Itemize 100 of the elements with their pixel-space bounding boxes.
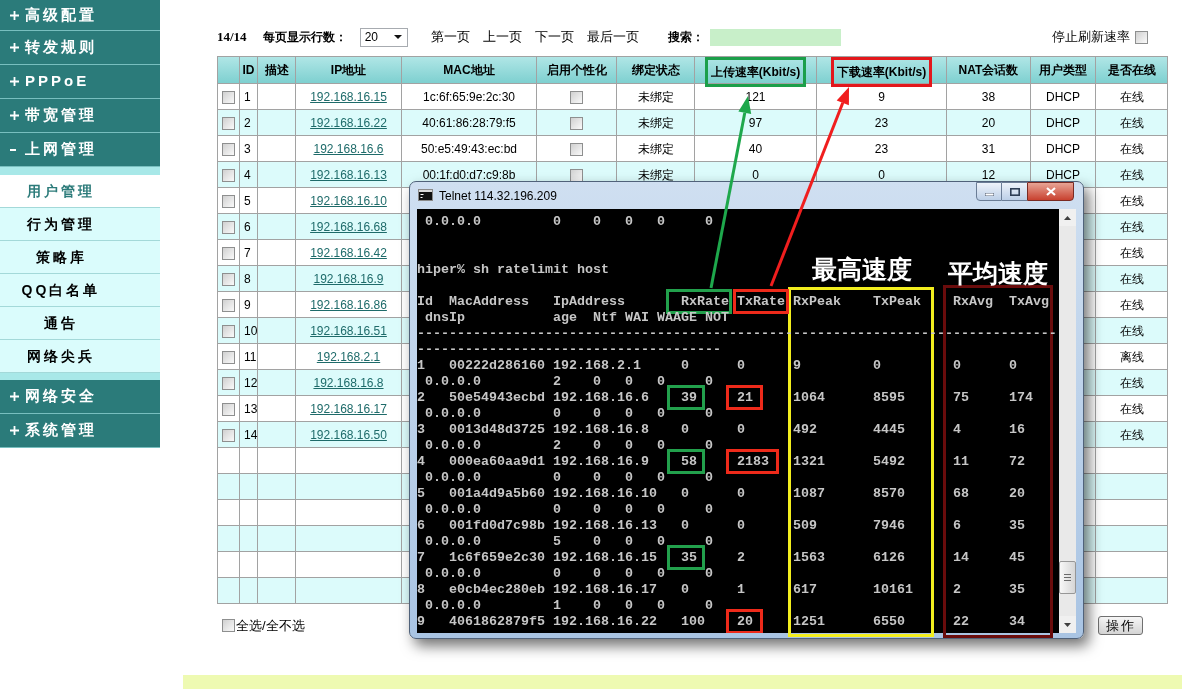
checkbox[interactable] — [570, 142, 583, 156]
terminal-value: 2 — [553, 374, 561, 389]
checkbox[interactable] — [222, 116, 235, 130]
sidebar-item[interactable]: 策略库 — [0, 241, 160, 274]
terminal-value: 0 — [737, 518, 745, 533]
table-cell: 在线 — [1095, 395, 1168, 422]
sidebar-item[interactable]: QQ白名单 — [0, 274, 160, 307]
terminal-value: 192.168.16.17 — [553, 582, 657, 597]
maximize-button[interactable] — [1002, 182, 1027, 201]
table-cell: 50:e5:49:43:ec:bd — [401, 135, 537, 162]
pager-link[interactable]: 下一页 — [534, 27, 574, 47]
terminal-value: 8 — [417, 582, 425, 597]
checkbox[interactable] — [222, 350, 235, 364]
checkbox[interactable] — [222, 298, 235, 312]
terminal-value: 1 — [737, 582, 745, 597]
pager-link[interactable]: 第一页 — [430, 27, 470, 47]
terminal-value: 0 — [657, 534, 665, 549]
sidebar-group[interactable]: PPPoE — [0, 65, 160, 99]
checkbox[interactable] — [222, 90, 235, 104]
search-field[interactable] — [709, 28, 841, 46]
checkbox[interactable] — [222, 272, 235, 286]
table-cell: 14 — [239, 421, 258, 448]
terminal-value: 6 — [953, 518, 961, 533]
scroll-down-button[interactable] — [1059, 616, 1076, 633]
checkbox[interactable] — [222, 142, 235, 156]
terminal-value: 14 — [953, 550, 969, 565]
table-cell: 未绑定 — [616, 83, 695, 110]
table-cell: 23 — [816, 109, 947, 136]
terminal-value: 0 — [737, 422, 745, 437]
terminal-value: 192.168.16.8 — [553, 422, 649, 437]
terminal-value: 6 — [417, 518, 425, 533]
checkbox[interactable] — [222, 402, 235, 416]
terminal-value: 2 — [553, 438, 561, 453]
terminal-value: 192.168.2.1 — [553, 358, 641, 373]
terminal-value: 34 — [1009, 614, 1025, 629]
terminal-value: 0 — [625, 470, 633, 485]
terminal-value: 100 — [681, 614, 705, 629]
terminal-value: 0013d48d3725 — [449, 422, 545, 437]
scrollbar-thumb[interactable] — [1059, 561, 1076, 594]
checkbox[interactable] — [570, 90, 583, 104]
terminal-value: 22 — [953, 614, 969, 629]
checkbox[interactable] — [570, 116, 583, 130]
sidebar-item[interactable]: 用户管理 — [0, 175, 160, 208]
action-button[interactable]: 操作 — [1098, 616, 1143, 635]
checkbox[interactable] — [222, 246, 235, 260]
terminal-value: 75 — [953, 390, 969, 405]
checkbox[interactable] — [570, 168, 583, 182]
terminal-value: 0 — [737, 486, 745, 501]
terminal-value: 1 — [417, 358, 425, 373]
terminal-value: 0.0.0.0 — [425, 438, 481, 453]
terminal-value: 2 — [417, 390, 425, 405]
minimize-button[interactable] — [976, 182, 1002, 201]
minimize-icon — [984, 192, 994, 196]
annotation-label: 最高速度 — [812, 255, 912, 283]
checkbox[interactable] — [1135, 30, 1148, 44]
checkbox[interactable] — [222, 619, 235, 632]
terminal-value: 0.0.0.0 — [425, 406, 481, 421]
terminal-value: 0 — [657, 598, 665, 613]
terminal-value: 0 — [657, 566, 665, 581]
sidebar-group[interactable]: 网络安全 — [0, 380, 160, 414]
terminal-value: 1087 — [793, 486, 825, 501]
sidebar-item[interactable]: 行为管理 — [0, 208, 160, 241]
sidebar-group[interactable]: 带宽管理 — [0, 99, 160, 133]
scroll-up-button[interactable] — [1059, 209, 1076, 226]
terminal-value: 4445 — [873, 422, 905, 437]
column-header: 启用个性化 — [536, 56, 617, 84]
terminal-value: 0 — [593, 502, 601, 517]
terminal-value: 0.0.0.0 — [425, 534, 481, 549]
table-cell: 在线 — [1095, 239, 1168, 266]
checkbox[interactable] — [222, 194, 235, 208]
pager-link[interactable]: 最后一页 — [586, 27, 639, 47]
sidebar-item[interactable]: 网络尖兵 — [0, 340, 160, 373]
close-button[interactable] — [1027, 182, 1074, 201]
checkbox[interactable] — [222, 428, 235, 442]
terminal-value: 0 — [705, 502, 713, 517]
terminal-column-header: RxAvg — [953, 294, 993, 309]
checkbox[interactable] — [222, 168, 235, 182]
sidebar-group[interactable]: 转发规则 — [0, 31, 160, 65]
annotation-label: 平均速度 — [948, 259, 1048, 287]
column-header: NAT会话数 — [946, 56, 1031, 84]
grip-icon — [1064, 574, 1071, 581]
terminal-value: 50e54943ecbd — [449, 390, 545, 405]
terminal-value: 0 — [681, 518, 689, 533]
checkbox[interactable] — [222, 220, 235, 234]
sidebar-group[interactable]: 系统管理 — [0, 414, 160, 448]
terminal-value: 617 — [793, 582, 817, 597]
checkbox[interactable] — [222, 324, 235, 338]
sidebar-group[interactable]: 高级配置 — [0, 0, 160, 31]
sidebar-item[interactable]: 通告 — [0, 307, 160, 340]
rows-per-page-select[interactable]: 20 — [359, 27, 408, 47]
checkbox[interactable] — [222, 376, 235, 390]
terminal-value: 0 — [657, 502, 665, 517]
terminal-value: 7 — [417, 550, 425, 565]
stop-refresh-label: 停止刷新速率 — [1052, 28, 1130, 47]
sidebar-group[interactable]: 上网管理 — [0, 133, 160, 167]
highlighted-column-header: TxRate — [733, 289, 789, 314]
pager-link[interactable]: 上一页 — [482, 27, 522, 47]
scrollbar[interactable] — [1059, 209, 1076, 633]
terminal-value: 0 — [657, 214, 665, 229]
terminal-value: 0 — [705, 566, 713, 581]
